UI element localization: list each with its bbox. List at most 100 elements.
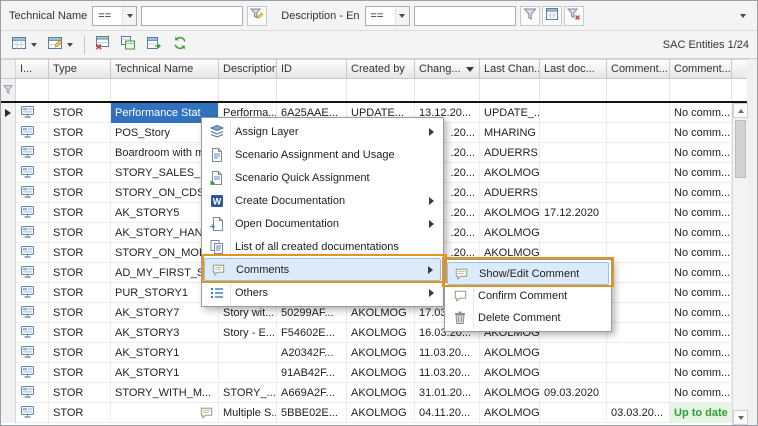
column-header-last-doc[interactable]: Last doc...	[540, 59, 607, 79]
cell-comment-status[interactable]: No comm...	[670, 183, 732, 203]
cell-type[interactable]: STOR	[49, 243, 111, 263]
cell-entity-icon[interactable]	[16, 143, 49, 163]
cell-last-changed[interactable]: AKOLMOG	[480, 203, 540, 223]
cell-last-changed[interactable]: MHARING	[480, 123, 540, 143]
refresh-button[interactable]	[168, 34, 192, 56]
table-row[interactable]: STORMultiple S...5BBE02E...AKOLMOG04.11.…	[1, 403, 732, 423]
menu-item-others[interactable]: Others	[204, 281, 441, 304]
cell-comment-status[interactable]: No comm...	[670, 163, 732, 183]
row-indicator[interactable]	[1, 403, 16, 423]
cell-type[interactable]: STOR	[49, 363, 111, 383]
cell-comment-status[interactable]: No comm...	[670, 203, 732, 223]
row-indicator[interactable]	[1, 223, 16, 243]
scroll-up-button[interactable]	[733, 103, 748, 118]
cell-entity-icon[interactable]	[16, 383, 49, 403]
cell-entity-icon[interactable]	[16, 103, 49, 123]
cell-entity-icon[interactable]	[16, 203, 49, 223]
column-header-comment[interactable]: Comment...	[670, 59, 732, 79]
cell-created-by[interactable]: AKOLMOG	[347, 363, 415, 383]
filter-cell-type[interactable]	[49, 79, 111, 101]
column-header-i[interactable]: I...	[16, 59, 49, 79]
cell-last-changed[interactable]: ADUERRS...	[480, 143, 540, 163]
cell-last-doc[interactable]: 09.03.2020	[540, 383, 607, 403]
filter-field1-operator-select[interactable]: ==	[92, 6, 137, 26]
scroll-down-button[interactable]	[733, 410, 748, 425]
row-indicator[interactable]	[1, 283, 16, 303]
cell-last-doc[interactable]	[540, 343, 607, 363]
column-header-comment[interactable]: Comment...	[607, 59, 670, 79]
menu-item-create-documentation[interactable]: WCreate Documentation	[204, 189, 441, 212]
menu-item-show-edit-comment[interactable]: Show/Edit Comment	[447, 262, 609, 285]
cell-comment-status[interactable]: No comm...	[670, 383, 732, 403]
cell-type[interactable]: STOR	[49, 343, 111, 363]
cell-type[interactable]: STOR	[49, 123, 111, 143]
cell-type[interactable]: STOR	[49, 223, 111, 243]
cell-desc[interactable]: Multiple S...	[219, 403, 277, 423]
row-indicator[interactable]	[1, 303, 16, 323]
cell-comment-date[interactable]	[607, 303, 670, 323]
cell-entity-icon[interactable]	[16, 323, 49, 343]
cell-entity-icon[interactable]	[16, 343, 49, 363]
cell-comment-date[interactable]	[607, 123, 670, 143]
column-header-created-by[interactable]: Created by	[347, 59, 415, 79]
menu-item-list-of-all-created-documentations[interactable]: List of all created documentations	[204, 235, 441, 258]
menu-item-delete-comment[interactable]: Delete Comment	[447, 307, 609, 329]
cell-comment-status[interactable]: No comm...	[670, 283, 732, 303]
filter-field2-input[interactable]	[414, 6, 516, 26]
cell-desc[interactable]	[219, 363, 277, 383]
cell-last-changed[interactable]: AKOLMOG	[480, 383, 540, 403]
cell-type[interactable]: STOR	[49, 303, 111, 323]
column-header-last-chan[interactable]: Last Chan...	[480, 59, 540, 79]
cell-last-doc[interactable]: 17.12.2020	[540, 203, 607, 223]
row-indicator[interactable]	[1, 183, 16, 203]
filter-cell-comment[interactable]	[670, 79, 732, 101]
column-header-type[interactable]: Type	[49, 59, 111, 79]
cell-last-changed[interactable]: AKOLMOG	[480, 343, 540, 363]
cell-id[interactable]: A20342F...	[277, 343, 347, 363]
row-indicator[interactable]	[1, 323, 16, 343]
filterbar-overflow-button[interactable]	[735, 7, 751, 25]
cell-last-doc[interactable]	[540, 123, 607, 143]
cell-name[interactable]: AK_STORY3	[111, 323, 219, 343]
filter-cell-technical-name[interactable]	[111, 79, 219, 101]
row-indicator[interactable]	[1, 243, 16, 263]
cell-type[interactable]: STOR	[49, 143, 111, 163]
cell-entity-icon[interactable]	[16, 303, 49, 323]
cell-type[interactable]: STOR	[49, 323, 111, 343]
vertical-scrollbar[interactable]	[732, 103, 747, 425]
cell-desc[interactable]: Story - E...	[219, 323, 277, 343]
copy-list-button[interactable]	[116, 34, 140, 56]
cell-comment-date[interactable]	[607, 243, 670, 263]
cell-name[interactable]: AK_STORY1	[111, 343, 219, 363]
cell-comment-date[interactable]	[607, 163, 670, 183]
row-indicator[interactable]	[1, 363, 16, 383]
table-row[interactable]: STORSTORY_WITH_M...STORY_...A669A2F...AK…	[1, 383, 732, 403]
cell-type[interactable]: STOR	[49, 103, 111, 123]
cell-last-doc[interactable]	[540, 223, 607, 243]
cell-entity-icon[interactable]	[16, 403, 49, 423]
column-header-id[interactable]: ID	[277, 59, 347, 79]
cell-desc[interactable]: STORY_...	[219, 383, 277, 403]
filter-cell-i[interactable]	[16, 79, 49, 101]
cell-last-doc[interactable]	[540, 163, 607, 183]
cell-type[interactable]: STOR	[49, 283, 111, 303]
cell-type[interactable]: STOR	[49, 163, 111, 183]
grid-view-button[interactable]	[542, 6, 562, 26]
row-indicator[interactable]	[1, 383, 16, 403]
filter-cell-id[interactable]	[277, 79, 347, 101]
filter-cell-chang[interactable]	[415, 79, 480, 101]
scrollbar-thumb[interactable]	[735, 120, 746, 178]
menu-item-scenario-quick-assignment[interactable]: Scenario Quick Assignment	[204, 166, 441, 189]
cell-entity-icon[interactable]	[16, 263, 49, 283]
cell-id[interactable]: 91AB42F...	[277, 363, 347, 383]
cell-created-by[interactable]: AKOLMOG	[347, 323, 415, 343]
cell-last-doc[interactable]	[540, 363, 607, 383]
cell-comment-date[interactable]	[607, 203, 670, 223]
cell-entity-icon[interactable]	[16, 183, 49, 203]
cell-comment-date[interactable]	[607, 103, 670, 123]
cell-comment-status[interactable]: No comm...	[670, 263, 732, 283]
cell-last-changed[interactable]: AKOLMOG	[480, 363, 540, 383]
cell-comment-status[interactable]: No comm...	[670, 143, 732, 163]
column-header-chang[interactable]: Chang...	[415, 59, 480, 79]
row-indicator[interactable]	[1, 203, 16, 223]
